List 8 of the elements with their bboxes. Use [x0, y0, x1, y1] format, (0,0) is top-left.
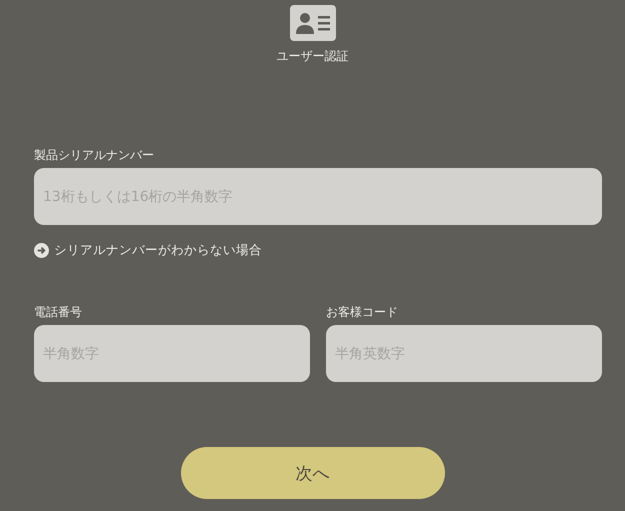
arrow-circle-icon: [34, 243, 49, 258]
help-link[interactable]: シリアルナンバーがわからない場合: [34, 242, 262, 259]
field-label: 電話番号: [34, 304, 82, 320]
field-label: お客様コード: [326, 304, 398, 320]
page-title: ユーザー認証: [276, 48, 348, 65]
field-label: 製品シリアルナンバー: [34, 147, 154, 163]
next-button[interactable]: 次へ: [180, 447, 444, 499]
user-card-icon: [290, 5, 336, 41]
